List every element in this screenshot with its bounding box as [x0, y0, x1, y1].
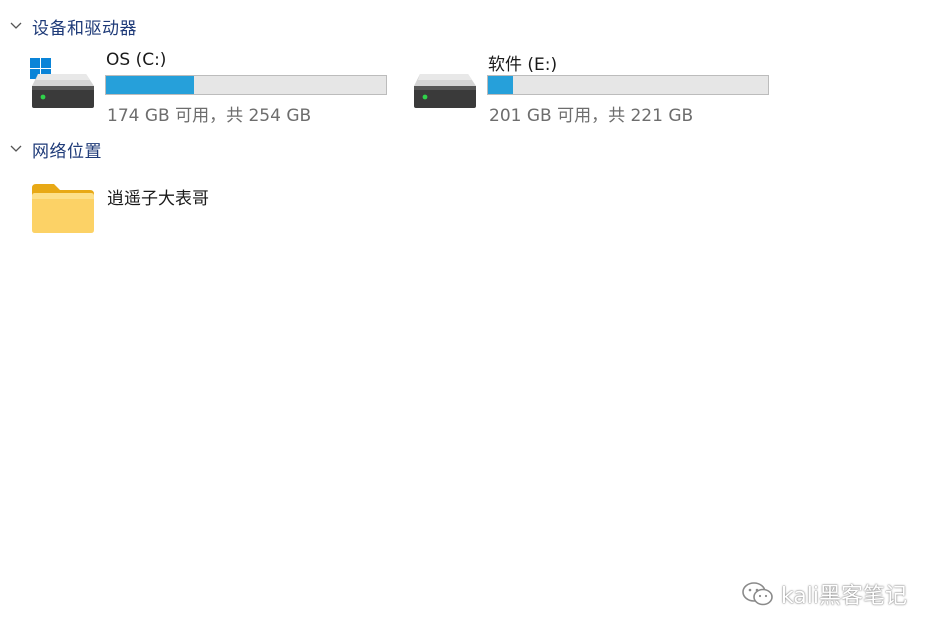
drive-e-name: 软件 (E:) [488, 55, 558, 75]
folder-icon [30, 180, 96, 234]
network-section-header[interactable]: 网络位置 [8, 137, 102, 162]
drive-e-usage-bar [487, 75, 769, 95]
network-location-item[interactable]: 逍遥子大表哥 [28, 178, 288, 238]
drive-c-name: OS (C:) [106, 50, 167, 70]
windows-drive-icon [28, 52, 96, 110]
drive-c-item[interactable]: OS (C:) 174 GB 可用，共 254 GB [28, 48, 400, 126]
network-location-label: 逍遥子大表哥 [107, 189, 209, 209]
drive-c-free-space: 174 GB 可用，共 254 GB [107, 106, 312, 126]
network-section-title: 网络位置 [32, 141, 102, 162]
wechat-icon [742, 582, 773, 606]
chevron-down-icon[interactable] [8, 18, 24, 34]
drive-c-usage-fill [106, 76, 195, 94]
devices-section-header[interactable]: 设备和驱动器 [8, 14, 137, 39]
drive-e-usage-fill [488, 76, 514, 94]
drive-e-item[interactable]: 软件 (E:) 201 GB 可用，共 221 GB [410, 48, 782, 126]
watermark: kali黑客笔记 [741, 578, 907, 610]
hard-drive-icon [410, 52, 478, 110]
chevron-down-icon[interactable] [8, 141, 24, 157]
drive-c-usage-bar [105, 75, 387, 95]
watermark-text: kali黑客笔记 [780, 584, 907, 609]
devices-section-title: 设备和驱动器 [32, 18, 137, 39]
drive-e-free-space: 201 GB 可用，共 221 GB [489, 106, 694, 126]
